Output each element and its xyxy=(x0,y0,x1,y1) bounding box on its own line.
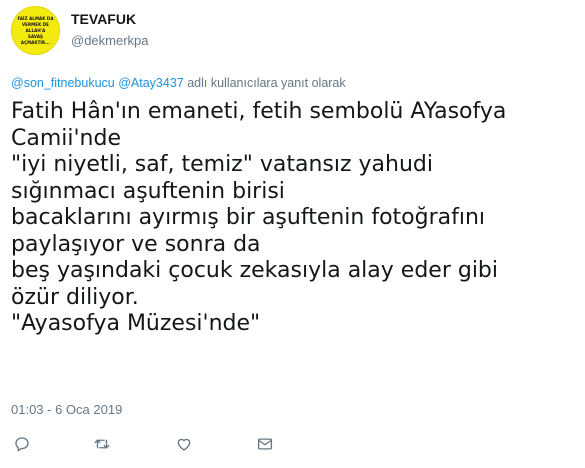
like-icon xyxy=(177,438,191,451)
tweet-text-line: bacaklarını ayırmış bir aşuftenin fotoğr… xyxy=(11,205,486,230)
tweet-timestamp[interactable]: 01:03 - 6 Oca 2019 xyxy=(11,402,122,417)
author-handle[interactable]: @dekmerkpa xyxy=(71,33,149,48)
replying-to-text: adlı kullanıcılara yanıt olarak xyxy=(187,76,346,90)
tweet-text-line: sığınmacı aşuftenin birisi xyxy=(11,178,285,204)
reply-icon xyxy=(15,437,29,452)
tweet-text-line: Camii'nde xyxy=(11,125,121,151)
tweet-text: Fatih Hân'ın emaneti, fetih sembolü AYas… xyxy=(11,99,577,338)
tweet-actions xyxy=(11,433,311,457)
tweet-text-line: paylaşıyor ve sonra da xyxy=(11,231,261,257)
tweet-text-line: beş yaşındaki çocuk zekasıyla alay eder … xyxy=(11,258,499,283)
tweet-text-line: özür diliyor. xyxy=(11,284,139,310)
mention-link[interactable]: @Atay3437 xyxy=(118,76,184,90)
author-display-name[interactable]: TEVAFUK xyxy=(71,11,136,27)
direct-message-button[interactable] xyxy=(254,433,276,455)
tweet-text-line: Fatih Hân'ın emaneti, fetih sembolü AYas… xyxy=(11,99,507,124)
tweet-text-line: "iyi niyetli, saf, temiz" vatansız yahud… xyxy=(11,152,433,177)
retweet-button[interactable] xyxy=(91,433,113,455)
avatar[interactable]: FAİZ ALMAK DA VERMEK DE ALLAH'A SAVAŞ AÇ… xyxy=(11,6,60,55)
reply-button[interactable] xyxy=(11,433,33,455)
mention-link[interactable]: @son_fitnebukucu xyxy=(11,76,115,90)
replying-to: @son_fitnebukucu @Atay3437 adlı kullanıc… xyxy=(11,76,346,90)
message-icon xyxy=(257,438,273,450)
retweet-icon xyxy=(94,439,110,449)
like-button[interactable] xyxy=(173,433,195,455)
avatar-text-line: AÇMAKTIR... xyxy=(20,39,51,45)
tweet-text-line: "Ayasofya Müzesi'nde" xyxy=(11,311,261,336)
